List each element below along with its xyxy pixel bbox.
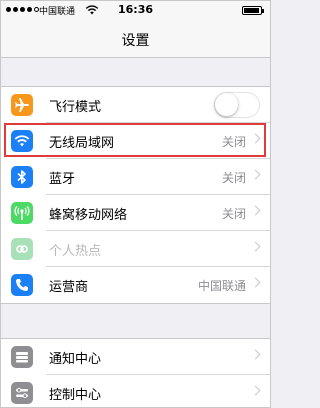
settings-group-connectivity: 飞行模式 无线局域网 关闭 蓝牙 关闭 蜂窝移动网络 关闭 个人热点 运营商 中… bbox=[1, 86, 270, 304]
settings-row-value: 关闭 bbox=[221, 135, 246, 149]
chevron-right-icon bbox=[250, 277, 261, 288]
wifi-icon bbox=[11, 130, 33, 152]
settings-row-label: 飞行模式 bbox=[49, 100, 102, 115]
settings-row-carrier[interactable]: 运营商 中国联通 bbox=[1, 267, 270, 303]
settings-row-label: 运营商 bbox=[49, 280, 89, 295]
airplane-mode-toggle[interactable] bbox=[214, 92, 260, 118]
settings-row-value: 关闭 bbox=[221, 207, 246, 221]
settings-row-notification-center[interactable]: 通知中心 bbox=[1, 339, 270, 375]
navigation-bar: 设置 bbox=[1, 21, 270, 58]
chevron-right-icon bbox=[250, 241, 261, 252]
bluetooth-icon bbox=[11, 166, 33, 188]
settings-row-value: 关闭 bbox=[221, 171, 246, 185]
phone-icon bbox=[11, 274, 33, 296]
settings-row-control-center[interactable]: 控制中心 bbox=[1, 375, 270, 407]
settings-row-value: 中国联通 bbox=[197, 279, 246, 293]
chevron-right-icon bbox=[250, 133, 261, 144]
control-center-icon bbox=[11, 382, 33, 404]
hotspot-icon bbox=[11, 238, 33, 260]
settings-row-label: 个人热点 bbox=[49, 244, 102, 259]
settings-row-label: 蜂窝移动网络 bbox=[49, 208, 128, 223]
chevron-right-icon bbox=[250, 205, 261, 216]
settings-row-label: 无线局域网 bbox=[49, 136, 115, 151]
settings-row-personal-hotspot: 个人热点 bbox=[1, 231, 270, 267]
chevron-right-icon bbox=[250, 385, 261, 396]
settings-row-cellular[interactable]: 蜂窝移动网络 关闭 bbox=[1, 195, 270, 231]
settings-row-label: 通知中心 bbox=[49, 352, 102, 367]
settings-screen: 中国联通 16:36 设置 飞行模式 无线局域网 关闭 蓝牙 关闭 蜂窝移动网络… bbox=[0, 0, 271, 408]
chevron-right-icon bbox=[250, 169, 261, 180]
notification-center-icon bbox=[11, 346, 33, 368]
settings-row-label: 蓝牙 bbox=[49, 172, 76, 187]
status-time: 16:36 bbox=[117, 3, 153, 16]
settings-row-wlan[interactable]: 无线局域网 关闭 bbox=[1, 123, 270, 159]
cellular-icon bbox=[11, 202, 33, 224]
battery-icon bbox=[242, 6, 264, 15]
page-title: 设置 bbox=[121, 33, 150, 49]
status-bar: 中国联通 16:36 bbox=[1, 1, 270, 21]
chevron-right-icon bbox=[250, 349, 261, 360]
settings-row-airplane-mode: 飞行模式 bbox=[1, 87, 270, 123]
settings-group-system: 通知中心 控制中心 bbox=[1, 338, 270, 407]
settings-row-label: 控制中心 bbox=[49, 388, 102, 403]
airplane-icon bbox=[11, 94, 33, 116]
settings-row-bluetooth[interactable]: 蓝牙 关闭 bbox=[1, 159, 270, 195]
